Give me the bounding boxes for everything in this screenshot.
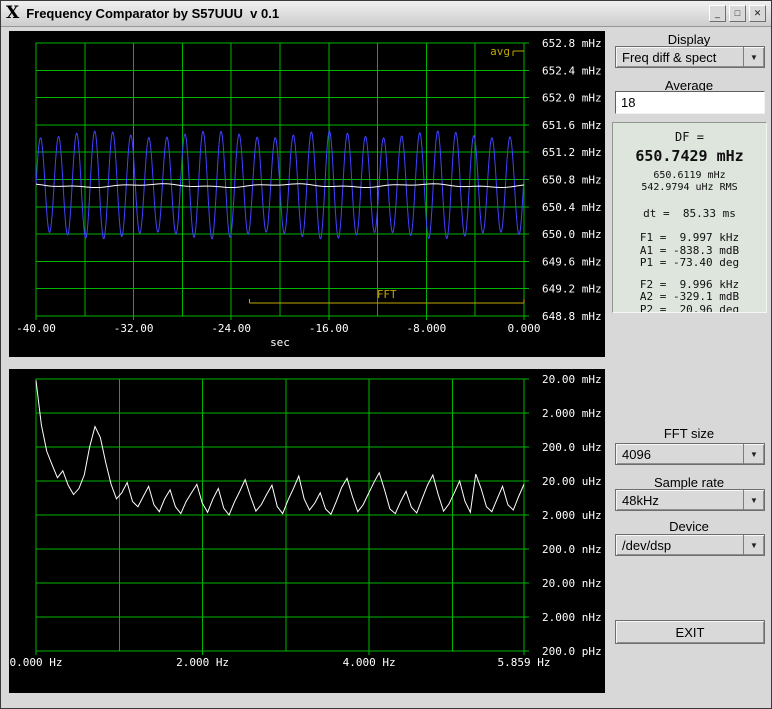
svg-text:-24.00: -24.00 xyxy=(211,322,251,335)
svg-text:2.000 nHz: 2.000 nHz xyxy=(542,611,602,624)
window-titlebar[interactable]: X Frequency Comparator by S57UUU v 0.1 _… xyxy=(1,1,771,27)
svg-text:2.000 uHz: 2.000 uHz xyxy=(542,509,602,522)
svg-text:648.8 mHz: 648.8 mHz xyxy=(542,310,602,323)
chevron-down-icon: ▼ xyxy=(743,535,764,555)
display-value: Freq diff & spect xyxy=(622,50,717,65)
svg-text:652.0 mHz: 652.0 mHz xyxy=(542,92,602,105)
svg-text:650.0 mHz: 650.0 mHz xyxy=(542,228,602,241)
svg-text:FFT: FFT xyxy=(377,288,397,301)
svg-text:651.6 mHz: 651.6 mHz xyxy=(542,119,602,132)
fft-size-combobox[interactable]: 4096 ▼ xyxy=(615,443,765,465)
spectrum-panel: 20.00 mHz 2.000 mHz 200.0 uHz 20.00 uHz 2.00… xyxy=(9,369,605,693)
device-value: /dev/dsp xyxy=(622,538,672,553)
svg-text:651.2 mHz: 651.2 mHz xyxy=(542,146,602,159)
svg-text:20.00 nHz: 20.00 nHz xyxy=(542,577,602,590)
svg-text:652.4 mHz: 652.4 mHz xyxy=(542,64,602,77)
svg-text:20.00 uHz: 20.00 uHz xyxy=(542,475,602,488)
svg-text:sec: sec xyxy=(270,336,290,349)
app-window: X Frequency Comparator by S57UUU v 0.1 _… xyxy=(0,0,772,709)
f1-readout: F1 = 9.997 kHz xyxy=(639,231,740,244)
x-window-logo-icon: X xyxy=(6,3,20,23)
svg-text:649.6 mHz: 649.6 mHz xyxy=(542,255,602,268)
svg-text:avg: avg xyxy=(490,45,510,58)
svg-text:649.2 mHz: 649.2 mHz xyxy=(542,283,602,296)
a2-readout: A2 = -329.1 mdB xyxy=(639,290,740,303)
freq-diff-panel: 652.8 mHz 652.4 mHz 652.0 mHz 651.6 mHz 651.… xyxy=(9,31,605,357)
minimize-button[interactable]: _ xyxy=(709,5,726,22)
df-secondary: 650.6119 mHz xyxy=(653,170,726,181)
df-label: DF = xyxy=(675,130,704,144)
display-label: Display xyxy=(667,32,711,47)
svg-text:2.000 Hz: 2.000 Hz xyxy=(176,656,229,669)
svg-text:200.0 uHz: 200.0 uHz xyxy=(542,441,602,454)
dt-readout: dt = 85.33 ms xyxy=(643,207,736,220)
svg-text:650.8 mHz: 650.8 mHz xyxy=(542,174,602,187)
svg-text:652.8 mHz: 652.8 mHz xyxy=(542,37,602,50)
window-title: Frequency Comparator by S57UUU v 0.1 xyxy=(26,6,280,21)
measurement-readout: DF = 650.7429 mHz 650.6119 mHz 542.9794 … xyxy=(612,122,767,313)
svg-text:2.000 mHz: 2.000 mHz xyxy=(542,407,602,420)
svg-text:20.00 mHz: 20.00 mHz xyxy=(542,373,602,386)
p2-readout: P2 = 20.96 deg xyxy=(639,302,740,313)
fft-size-value: 4096 xyxy=(622,447,651,462)
svg-text:-32.00: -32.00 xyxy=(114,322,154,335)
close-button[interactable]: ✕ xyxy=(749,5,766,22)
display-combobox[interactable]: Freq diff & spect ▼ xyxy=(615,46,765,68)
svg-text:-16.00: -16.00 xyxy=(309,322,349,335)
maximize-button[interactable]: □ xyxy=(729,5,746,22)
control-sidebar: Display Freq diff & spect ▼ Average DF =… xyxy=(607,27,771,708)
fft-size-label: FFT size xyxy=(663,426,715,441)
svg-text:0.000 Hz: 0.000 Hz xyxy=(10,656,63,669)
sample-rate-combobox[interactable]: 48kHz ▼ xyxy=(615,489,765,511)
device-label: Device xyxy=(669,519,709,534)
chevron-down-icon: ▼ xyxy=(743,490,764,510)
svg-text:200.0 nHz: 200.0 nHz xyxy=(542,543,602,556)
device-combobox[interactable]: /dev/dsp ▼ xyxy=(615,534,765,556)
svg-text:4.000 Hz: 4.000 Hz xyxy=(343,656,396,669)
svg-text:200.0 pHz: 200.0 pHz xyxy=(542,645,602,658)
average-input[interactable] xyxy=(615,91,765,114)
svg-text:650.4 mHz: 650.4 mHz xyxy=(542,201,602,214)
window-controls: _ □ ✕ xyxy=(709,5,766,22)
svg-text:5.859 Hz: 5.859 Hz xyxy=(498,656,551,669)
sample-rate-value: 48kHz xyxy=(622,493,659,508)
df-rms: 542.9794 uHz RMS xyxy=(641,182,738,193)
svg-text:-40.00: -40.00 xyxy=(16,322,56,335)
exit-button[interactable]: EXIT xyxy=(615,620,765,644)
chevron-down-icon: ▼ xyxy=(743,47,764,67)
freq-diff-chart: 652.8 mHz 652.4 mHz 652.0 mHz 651.6 mHz 651.… xyxy=(16,37,602,349)
sample-rate-label: Sample rate xyxy=(653,475,725,490)
p1-readout: P1 = -73.40 deg xyxy=(639,256,740,269)
svg-text:-8.000: -8.000 xyxy=(407,322,447,335)
df-value: 650.7429 mHz xyxy=(635,147,744,165)
chevron-down-icon: ▼ xyxy=(743,444,764,464)
svg-text:0.000: 0.000 xyxy=(507,322,540,335)
spectrum-chart: 20.00 mHz 2.000 mHz 200.0 uHz 20.00 uHz 2.00… xyxy=(10,373,602,669)
